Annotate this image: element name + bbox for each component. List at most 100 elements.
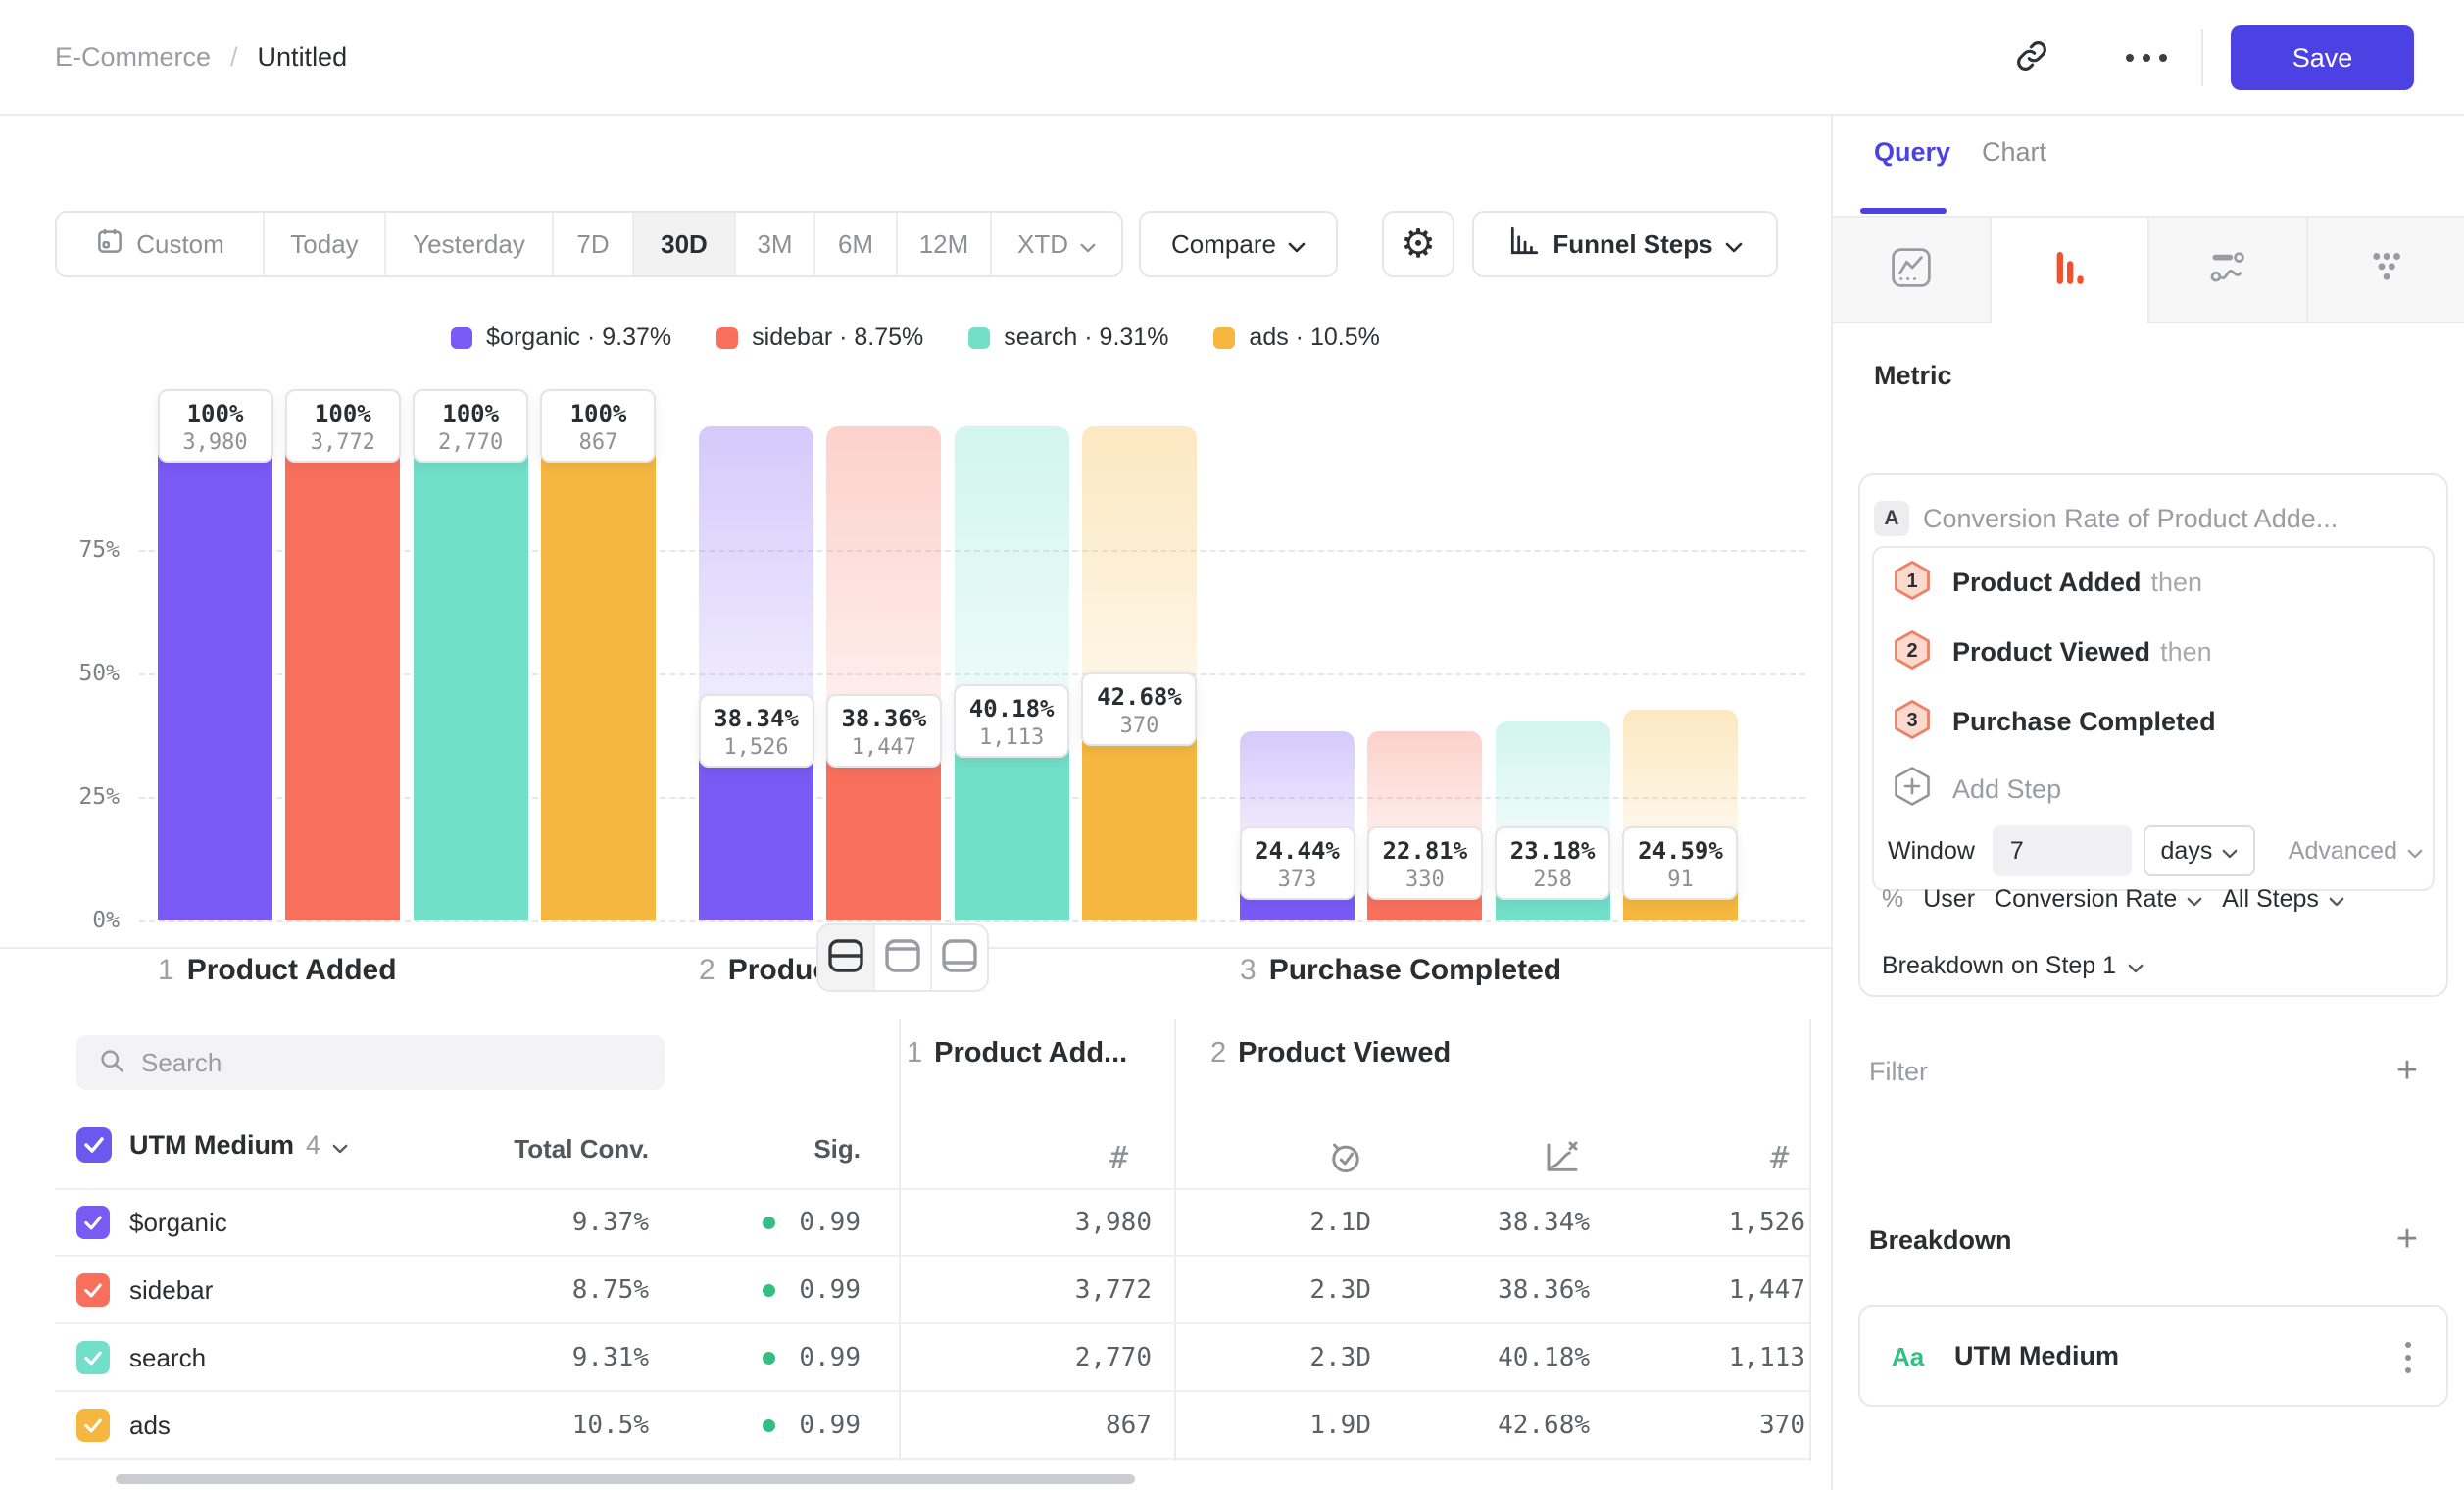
- table-row: search9.31%0.992,7702.3D40.18%1,113: [0, 1324, 1831, 1392]
- table-step1-header[interactable]: 1 Product Add...: [907, 1037, 1127, 1069]
- select-all-checkbox[interactable]: [76, 1127, 112, 1163]
- table-row: sidebar8.75%0.993,7722.3D38.36%1,447: [0, 1257, 1831, 1324]
- hash-icon[interactable]: #: [1770, 1139, 1789, 1176]
- add-step-button[interactable]: Add Step: [1894, 766, 2061, 813]
- measured-user[interactable]: User: [1923, 885, 1975, 914]
- bar-pct: 22.81%: [1379, 835, 1471, 867]
- save-button[interactable]: Save: [2231, 25, 2414, 90]
- row-checkbox[interactable]: [76, 1206, 110, 1239]
- breakdown-item-card[interactable]: Aa UTM Medium: [1858, 1305, 2448, 1407]
- bar[interactable]: [541, 426, 656, 920]
- property-type-icon: Aa: [1892, 1342, 1924, 1372]
- bar[interactable]: [285, 426, 400, 920]
- window-unit-select[interactable]: days: [2144, 825, 2255, 876]
- step-name: Purchase Completed: [1269, 954, 1561, 987]
- step-number: 2: [699, 954, 715, 987]
- bar[interactable]: [158, 426, 272, 920]
- bar-pct: 40.18%: [965, 693, 1058, 724]
- significance-dot: [763, 1352, 775, 1365]
- row-cell: 42.68%: [1374, 1411, 1590, 1440]
- bar-count: 3,772: [297, 429, 389, 456]
- bar-count: 3,980: [170, 429, 262, 456]
- metric-title[interactable]: Conversion Rate of Product Adde...: [1923, 502, 2338, 535]
- svg-text:3: 3: [1906, 710, 1917, 731]
- view-chart-only-button[interactable]: [875, 925, 932, 990]
- row-cell: 3,980: [936, 1208, 1152, 1237]
- row-cell: 2.3D: [1156, 1275, 1371, 1305]
- step-number: 3: [1240, 954, 1257, 987]
- significance-dot: [763, 1284, 775, 1297]
- advanced-label: Advanced: [2289, 837, 2397, 866]
- bar-count: 1,526: [711, 734, 803, 761]
- svg-text:1: 1: [1906, 571, 1917, 592]
- metric-badge: A: [1874, 501, 1909, 536]
- conv-over-time-icon[interactable]: [1541, 1137, 1580, 1181]
- bar-value-label: 23.18%258: [1495, 826, 1610, 900]
- bar-pct: 24.44%: [1252, 835, 1344, 867]
- tab-line-chart[interactable]: [1833, 218, 1992, 323]
- topbar-divider: [2201, 29, 2203, 86]
- search-input[interactable]: [141, 1048, 631, 1078]
- metric-card: A Conversion Rate of Product Adde... 1Pr…: [1858, 473, 2448, 997]
- row-checkbox[interactable]: [76, 1409, 110, 1442]
- funnel-step-row[interactable]: 2Product Viewedthen: [1894, 628, 2212, 675]
- tab-flow-chart[interactable]: [2149, 218, 2308, 323]
- step1-label: Product Add...: [934, 1037, 1127, 1069]
- svg-text:2: 2: [1906, 640, 1917, 662]
- hash-icon[interactable]: #: [1109, 1139, 1128, 1176]
- bar-count: 2,770: [424, 429, 517, 456]
- tab-chart[interactable]: Chart: [1982, 137, 2046, 168]
- metric-type-select[interactable]: Conversion Rate: [1995, 885, 2202, 914]
- row-label: ads: [129, 1411, 171, 1441]
- sig-header[interactable]: Sig.: [686, 1133, 861, 1165]
- view-table-only-button[interactable]: [932, 925, 987, 990]
- tab-funnel-chart[interactable]: [1992, 218, 2150, 323]
- view-split-button[interactable]: [818, 925, 875, 990]
- advanced-toggle[interactable]: Advanced: [2289, 837, 2423, 866]
- avg-time-icon[interactable]: [1327, 1139, 1364, 1181]
- bar-value-label: 100%867: [540, 389, 656, 463]
- window-label: Window: [1888, 837, 1975, 866]
- bar-count: 258: [1506, 867, 1599, 893]
- total-conv-header[interactable]: Total Conv.: [412, 1133, 649, 1165]
- bar-value-label: 22.81%330: [1367, 826, 1483, 900]
- row-cell: 2,770: [936, 1343, 1152, 1372]
- row-cell: 38.34%: [1374, 1208, 1590, 1237]
- breakdown-on-select[interactable]: Breakdown on Step 1: [1882, 946, 2144, 985]
- tab-query[interactable]: Query: [1874, 137, 1950, 168]
- row-cell: 370: [1590, 1411, 1805, 1440]
- bar-value-label: 38.36%1,447: [826, 694, 942, 768]
- significance-dot: [763, 1217, 775, 1229]
- bar-count: 370: [1093, 713, 1185, 739]
- row-cell: 40.18%: [1374, 1343, 1590, 1372]
- funnel-steps-card: 1Product Addedthen 2Product Viewedthen 3Pu…: [1872, 546, 2435, 891]
- bar-value-label: 24.44%373: [1240, 826, 1355, 900]
- share-link-button[interactable]: [2005, 31, 2058, 84]
- funnel-step-row[interactable]: 3Purchase Completed: [1894, 698, 2226, 745]
- add-breakdown-button[interactable]: +: [2388, 1219, 2427, 1259]
- table-step2-header[interactable]: 2 Product Viewed: [1210, 1037, 1451, 1069]
- bar-pct: 38.34%: [711, 703, 803, 734]
- y-axis-tick: 50%: [35, 661, 120, 686]
- horizontal-scrollbar[interactable]: [116, 1474, 1135, 1484]
- row-border: [55, 1458, 1809, 1460]
- tab-cohort-chart[interactable]: [2308, 218, 2464, 323]
- window-value-input[interactable]: [1993, 825, 2132, 876]
- ellipsis-icon: [2126, 54, 2134, 62]
- row-checkbox[interactable]: [76, 1341, 110, 1374]
- add-filter-button[interactable]: +: [2388, 1051, 2427, 1090]
- chart-type-tabs: [1833, 218, 2464, 323]
- steps-scope-select[interactable]: All Steps: [2222, 885, 2344, 914]
- row-checkbox[interactable]: [76, 1273, 110, 1307]
- step-hexagon-icon: 1: [1894, 560, 1931, 606]
- more-menu-button[interactable]: [2115, 31, 2178, 84]
- breakdown-on-label: Breakdown on Step 1: [1882, 952, 2116, 980]
- row-total-conv: 10.5%: [421, 1411, 649, 1440]
- row-significance: 0.99: [784, 1208, 861, 1237]
- funnel-step-row[interactable]: 1Product Addedthen: [1894, 559, 2202, 606]
- kebab-menu-button[interactable]: [2401, 1336, 2415, 1379]
- bar[interactable]: [414, 426, 528, 920]
- gridline: [139, 920, 1805, 922]
- group-column-header[interactable]: UTM Medium 4: [129, 1125, 348, 1165]
- chevron-down-icon: [2222, 837, 2238, 866]
